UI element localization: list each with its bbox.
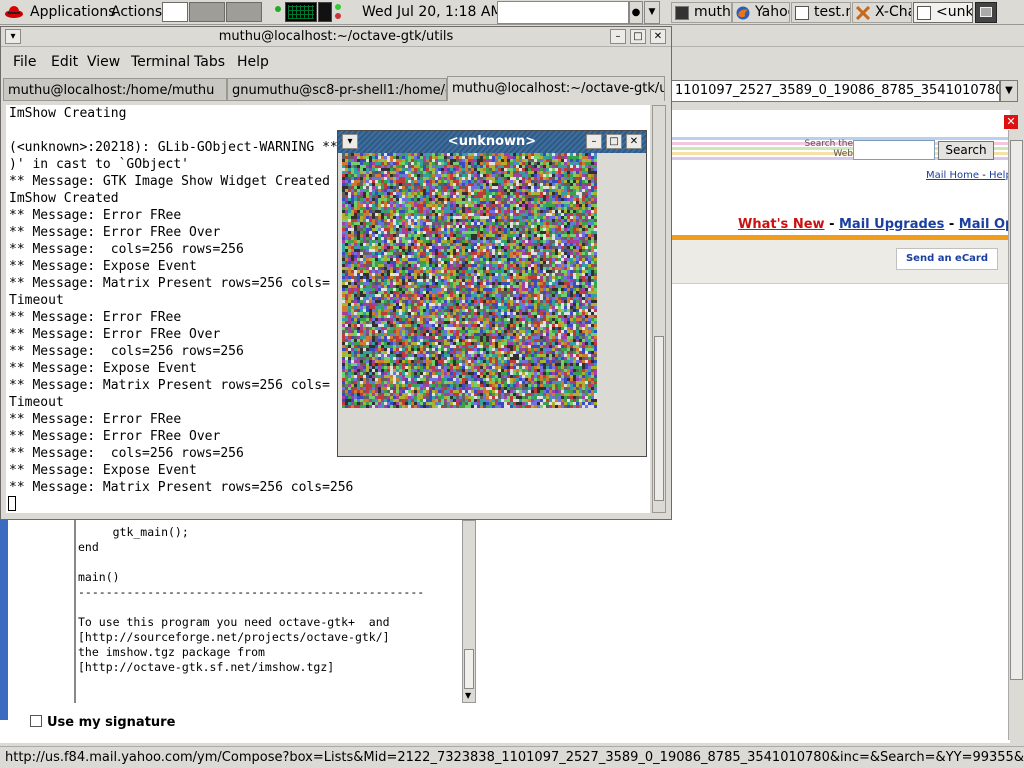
document-icon bbox=[795, 6, 809, 20]
maximize-icon[interactable]: □ bbox=[630, 29, 646, 44]
menu-tabs[interactable]: Tabs bbox=[194, 54, 225, 70]
workspace-2[interactable] bbox=[189, 2, 225, 22]
page-scrollbar[interactable] bbox=[1008, 130, 1024, 740]
task-label: <unkn bbox=[936, 4, 973, 20]
panel-entry[interactable] bbox=[497, 1, 629, 24]
monitor-led-icon bbox=[275, 6, 281, 12]
applications-menu[interactable]: Applications bbox=[30, 4, 116, 20]
task-label: muthu bbox=[694, 4, 731, 20]
window-icon bbox=[917, 6, 931, 20]
search-web-input[interactable] bbox=[853, 140, 935, 160]
status-led-icon bbox=[335, 4, 341, 10]
compose-scrollbar[interactable]: ▼ bbox=[462, 520, 476, 703]
terminal-title: muthu@localhost:~/octave-gtk/utils bbox=[218, 29, 454, 44]
terminal-titlebar[interactable]: ▾ muthu@localhost:~/octave-gtk/utils – □… bbox=[1, 27, 671, 47]
maximize-icon[interactable]: □ bbox=[606, 134, 622, 149]
page-left-accent bbox=[0, 520, 8, 720]
menu-file[interactable]: File bbox=[13, 54, 36, 70]
net-monitor[interactable] bbox=[318, 2, 332, 22]
compose-textarea[interactable]: gtk_main(); end main() -----------------… bbox=[74, 520, 464, 703]
terminal-cursor bbox=[8, 496, 16, 511]
url-field[interactable]: 1101097_2527_3589_0_19086_8785_354101078… bbox=[670, 80, 1000, 102]
terminal-line: ImShow Creating bbox=[9, 106, 127, 121]
mail-home-link[interactable]: Mail Home bbox=[926, 170, 979, 181]
imshow-window: ▾ <unknown> – □ ✕ bbox=[337, 130, 647, 457]
task-label: Yahoo bbox=[755, 4, 789, 20]
redhat-icon[interactable] bbox=[5, 5, 23, 18]
tab-home-muthu[interactable]: muthu@localhost:/home/muthu bbox=[3, 78, 227, 101]
random-noise-image bbox=[342, 153, 597, 408]
menu-view[interactable]: View bbox=[87, 54, 120, 70]
terminal-line: ** Message: Expose Event bbox=[9, 463, 197, 478]
page-scroll-thumb[interactable] bbox=[1010, 140, 1023, 680]
use-signature-checkbox[interactable] bbox=[30, 715, 42, 727]
send-ecard-button[interactable]: Send an eCard bbox=[896, 248, 998, 270]
search-the-web-label: Search the Web bbox=[804, 139, 853, 159]
terminal-tabs: muthu@localhost:/home/muthu gnumuthu@sc8… bbox=[3, 76, 665, 101]
close-icon[interactable]: ✕ bbox=[650, 29, 666, 44]
panel-entry-button[interactable]: ● bbox=[629, 1, 643, 24]
terminal-scroll-thumb[interactable] bbox=[654, 336, 664, 501]
menu-help[interactable]: Help bbox=[237, 54, 269, 70]
minimize-icon[interactable]: – bbox=[586, 134, 602, 149]
minimize-icon[interactable]: – bbox=[610, 29, 626, 44]
firefox-icon bbox=[736, 6, 750, 20]
clock[interactable]: Wed Jul 20, 1:18 AM bbox=[362, 4, 503, 20]
use-signature-option[interactable]: Use my signature bbox=[30, 715, 175, 730]
terminal-icon bbox=[675, 6, 689, 20]
search-button[interactable]: Search bbox=[938, 141, 994, 160]
status-led-icon bbox=[335, 13, 341, 19]
compose-scroll-thumb[interactable] bbox=[464, 649, 474, 689]
mail-links: Mail Home - Help bbox=[926, 170, 1012, 181]
status-bar: http://us.f84.mail.yahoo.com/ym/Compose?… bbox=[0, 746, 1024, 768]
mail-upgrades-link[interactable]: Mail Upgrades bbox=[839, 217, 944, 232]
terminal-scrollbar[interactable] bbox=[652, 105, 666, 513]
workspace-1[interactable] bbox=[162, 2, 188, 22]
show-desktop-icon[interactable] bbox=[975, 2, 997, 23]
actions-menu[interactable]: Actions bbox=[111, 4, 162, 20]
task-terminal[interactable]: muthu bbox=[671, 2, 732, 23]
task-xchat[interactable]: X-Cha bbox=[852, 2, 912, 23]
terminal-menubar: File Edit View Terminal Tabs Help bbox=[1, 49, 671, 73]
menu-edit[interactable]: Edit bbox=[51, 54, 78, 70]
task-editor[interactable]: test.m bbox=[791, 2, 851, 23]
use-signature-label: Use my signature bbox=[47, 715, 176, 730]
close-icon[interactable]: ✕ bbox=[626, 134, 642, 149]
tab-sourceforge-shell[interactable]: gnumuthu@sc8-pr-shell1:/home/gr... bbox=[227, 78, 447, 101]
xchat-icon bbox=[855, 5, 871, 21]
scroll-down-icon[interactable]: ▼ bbox=[465, 691, 471, 700]
task-unknown[interactable]: <unkn bbox=[913, 2, 973, 23]
mail-nav-links: What's New - Mail Upgrades - Mail Option… bbox=[738, 217, 1024, 232]
task-label: X-Cha bbox=[875, 4, 911, 20]
workspace-3[interactable] bbox=[226, 2, 262, 22]
terminal-line: ** Message: Matrix Present rows=256 cols… bbox=[9, 480, 354, 495]
url-dropdown-button[interactable]: ▼ bbox=[1000, 80, 1018, 102]
imshow-titlebar[interactable]: ▾ <unknown> – □ ✕ bbox=[338, 131, 646, 153]
menu-terminal[interactable]: Terminal bbox=[131, 54, 190, 70]
close-tab-icon[interactable]: ✕ bbox=[1004, 115, 1018, 129]
cpu-monitor[interactable] bbox=[285, 2, 317, 22]
chevron-down-icon[interactable]: ▼ bbox=[644, 1, 660, 24]
tab-octave-gtk-utils[interactable]: muthu@localhost:~/octave-gtk/utils bbox=[447, 76, 665, 101]
task-browser[interactable]: Yahoo bbox=[732, 2, 790, 23]
top-panel: Applications Actions Wed Jul 20, 1:18 AM… bbox=[0, 0, 1024, 25]
task-label: test.m bbox=[814, 4, 850, 20]
whats-new-link[interactable]: What's New bbox=[738, 217, 825, 232]
